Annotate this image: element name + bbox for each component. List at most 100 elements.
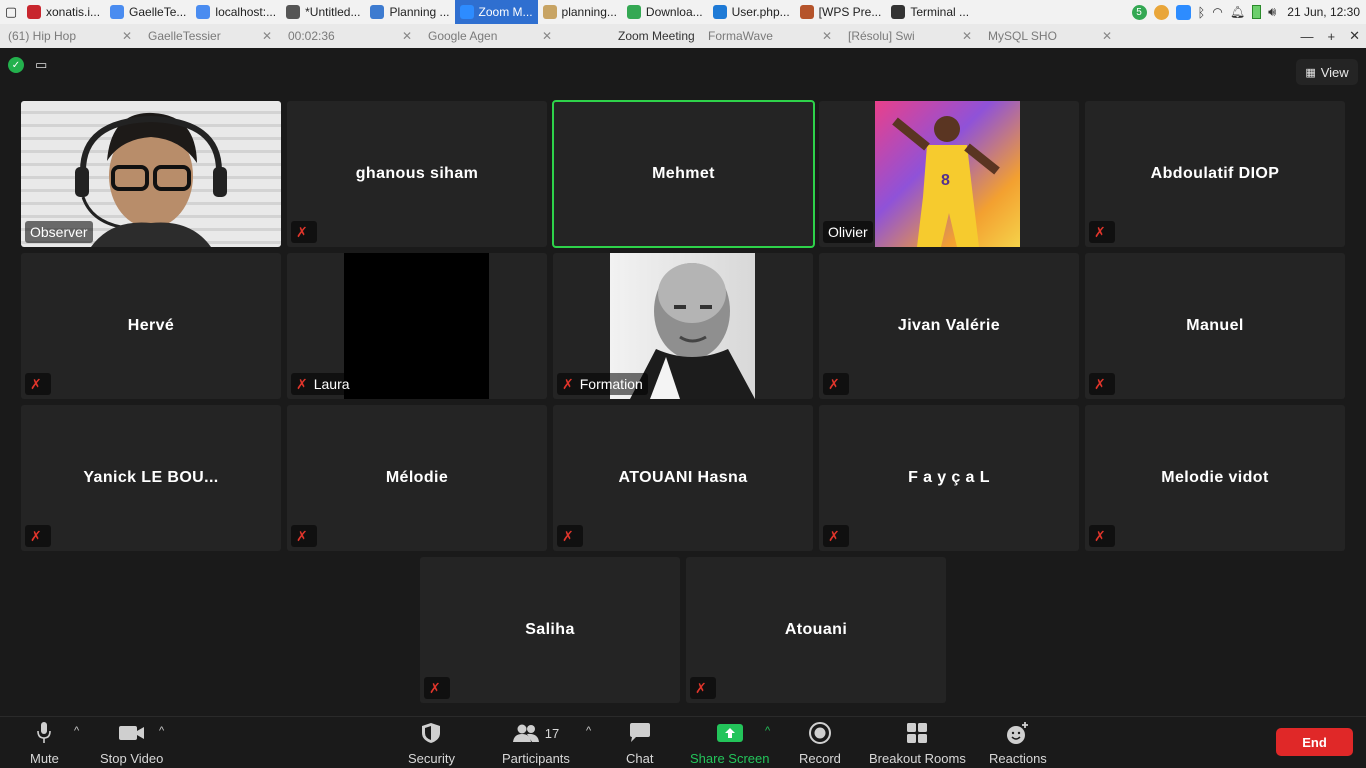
participant-tile[interactable]: Hervé ✗ — [21, 253, 281, 399]
mute-status-badge: ✗ — [424, 677, 450, 699]
taskbar-item-label: localhost:... — [215, 5, 277, 19]
app-icon — [542, 5, 557, 19]
browser-tab-label: (61) Hip Hop — [8, 29, 77, 43]
app-icon — [799, 5, 814, 19]
record-button[interactable]: Record — [799, 721, 841, 766]
participant-tile[interactable]: Yanick LE BOU... ✗ — [21, 405, 281, 551]
participant-tile[interactable]: ✗ Formation — [553, 253, 813, 399]
battery-icon[interactable] — [1252, 5, 1262, 19]
share-screen-button[interactable]: Share Screen — [690, 721, 770, 766]
taskbar-item[interactable]: Zoom M... — [454, 0, 538, 24]
tab-close-icon[interactable]: ✕ — [542, 29, 552, 43]
taskbar-item[interactable]: xonatis.i... — [22, 0, 105, 24]
participant-name: Mehmet — [652, 165, 715, 182]
taskbar-item[interactable]: Downloa... — [622, 0, 708, 24]
encryption-shield-icon[interactable]: ✓ — [8, 57, 24, 73]
participant-name: Melodie vidot — [1161, 469, 1269, 486]
taskbar-item[interactable]: Terminal ... — [886, 0, 974, 24]
browser-tab-label: Google Agen — [428, 29, 498, 43]
participant-tile[interactable]: ghanous siham ✗ — [287, 101, 547, 247]
browser-tab[interactable]: FormaWave ✕ — [700, 29, 840, 43]
browser-tab[interactable]: (61) Hip Hop ✕ — [0, 29, 140, 43]
tab-close-icon[interactable]: ✕ — [822, 29, 832, 43]
app-menu-icon[interactable]: ▢ — [0, 0, 22, 24]
browser-tab[interactable]: GaelleTessier ✕ — [140, 29, 280, 43]
participant-tile[interactable]: F a y ç a L ✗ — [819, 405, 1079, 551]
participant-name: Laura — [313, 376, 350, 392]
bluetooth-icon[interactable]: ᛒ — [1198, 5, 1206, 20]
svg-text:8: 8 — [941, 172, 950, 189]
wifi-icon[interactable]: ◠ — [1212, 5, 1222, 19]
muted-microphone-icon: ✗ — [1094, 223, 1106, 240]
audio-options-chevron-icon[interactable]: ^ — [74, 725, 79, 737]
view-button[interactable]: ▦ View — [1296, 59, 1358, 85]
participants-options-chevron-icon[interactable]: ^ — [586, 725, 591, 737]
meeting-toolbar: Mute ^ Stop Video ^ Security 17 Particip… — [0, 716, 1366, 768]
muted-microphone-icon: ✗ — [1094, 527, 1106, 544]
tab-close-icon[interactable]: ✕ — [122, 29, 132, 43]
participant-tile[interactable]: Abdoulatif DIOP ✗ — [1085, 101, 1345, 247]
mute-button[interactable]: Mute — [30, 721, 59, 766]
mute-status-badge: ✗ — [1089, 221, 1115, 243]
taskbar-item[interactable]: [WPS Pre... — [795, 0, 887, 24]
taskbar-item[interactable]: localhost:... — [191, 0, 281, 24]
participant-tile[interactable]: Observer — [21, 101, 281, 247]
end-meeting-button[interactable]: End — [1276, 728, 1353, 756]
participant-tile[interactable]: Atouani ✗ — [686, 557, 946, 703]
share-options-chevron-icon[interactable]: ^ — [765, 725, 770, 737]
muted-microphone-icon: ✗ — [828, 375, 840, 392]
mute-status-badge: ✗ — [25, 373, 51, 395]
participant-tile[interactable]: ✗ Laura — [287, 253, 547, 399]
record-icon — [808, 721, 831, 745]
reactions-button[interactable]: Reactions — [989, 721, 1047, 766]
tab-close-icon[interactable]: ✕ — [402, 29, 412, 43]
meeting-info-icon[interactable]: ▭ — [35, 57, 51, 73]
participant-tile[interactable]: 8 Olivier — [819, 101, 1079, 247]
browser-tab[interactable]: [Résolu] Swi ✕ — [840, 29, 980, 43]
maximize-icon[interactable]: + — [1328, 29, 1336, 44]
video-camera-icon — [118, 721, 145, 745]
taskbar-item[interactable]: *Untitled... — [281, 0, 365, 24]
bell-icon[interactable]: 🔔︎ — [1230, 5, 1245, 19]
zoom-tray-icon[interactable] — [1175, 4, 1191, 20]
clock[interactable]: 21 Jun, 12:30 — [1287, 5, 1360, 19]
participant-tile[interactable]: ATOUANI Hasna ✗ — [553, 405, 813, 551]
taskbar-item[interactable]: GaelleTe... — [105, 0, 191, 24]
participants-button[interactable]: 17 Participants — [502, 721, 570, 766]
minimize-icon[interactable]: — — [1301, 29, 1314, 44]
participant-tile[interactable]: Mehmet — [552, 100, 815, 248]
mute-status-badge: ✗ — [823, 525, 849, 547]
taskbar-item[interactable]: User.php... — [708, 0, 795, 24]
taskbar-item[interactable]: planning... — [538, 0, 622, 24]
video-options-chevron-icon[interactable]: ^ — [159, 725, 164, 737]
participant-name: Saliha — [525, 621, 575, 638]
browser-tab[interactable]: Google Agen ✕ — [420, 29, 560, 43]
notification-count-icon[interactable]: 5 — [1131, 4, 1147, 20]
breakout-rooms-button[interactable]: Breakout Rooms — [869, 721, 966, 766]
stop-video-button[interactable]: Stop Video — [100, 721, 163, 766]
chrome-tray-icon[interactable] — [1153, 4, 1169, 20]
tab-close-icon[interactable]: ✕ — [262, 29, 272, 43]
tab-close-icon[interactable]: ✕ — [962, 29, 972, 43]
taskbar-item-label: [WPS Pre... — [818, 5, 882, 19]
app-icon — [196, 5, 211, 19]
participant-tile[interactable]: Manuel ✗ — [1085, 253, 1345, 399]
volume-icon[interactable]: 🔊︎ — [1268, 4, 1276, 20]
participant-tile[interactable]: Mélodie ✗ — [287, 405, 547, 551]
tab-close-icon[interactable]: ✕ — [1102, 29, 1112, 43]
participant-name: Atouani — [784, 621, 848, 638]
taskbar-item-label: Downloa... — [645, 5, 703, 19]
mute-status-badge: ✗ — [25, 525, 51, 547]
taskbar-items: xonatis.i... GaelleTe... localhost:... *Unt… — [22, 0, 974, 24]
browser-tab[interactable]: MySQL SHO ✕ — [980, 29, 1120, 43]
taskbar-item[interactable]: Planning ... — [365, 0, 454, 24]
participant-tile[interactable]: Jivan Valérie ✗ — [819, 253, 1079, 399]
participant-name-label: Observer — [25, 221, 93, 243]
participant-tile[interactable]: Melodie vidot ✗ — [1085, 405, 1345, 551]
chat-button[interactable]: Chat — [626, 721, 653, 766]
close-icon[interactable]: ✕ — [1349, 28, 1360, 44]
participant-tile[interactable]: Saliha ✗ — [420, 557, 680, 703]
mute-status-badge: ✗ — [1089, 373, 1115, 395]
security-button[interactable]: Security — [408, 721, 455, 766]
browser-tab[interactable]: 00:02:36 ✕ — [280, 29, 420, 43]
